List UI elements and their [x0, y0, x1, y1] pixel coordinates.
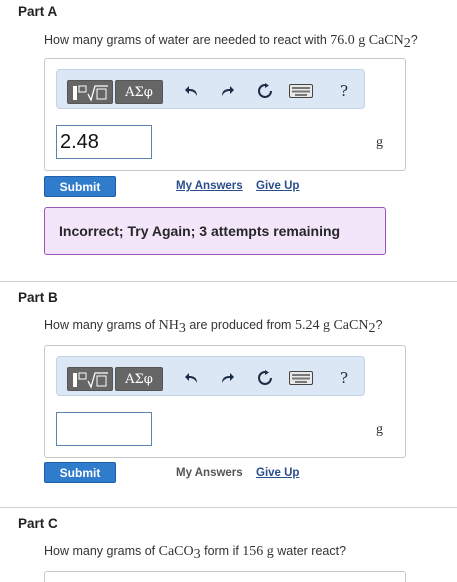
give-up-link[interactable]: Give Up: [256, 467, 299, 479]
question-chemical: CaCO: [158, 544, 194, 559]
question-text-mid: form if: [200, 544, 243, 558]
question-text: How many grams of: [44, 544, 159, 558]
redo-icon[interactable]: [216, 81, 238, 101]
part-c-answer-box: [44, 571, 406, 582]
reset-icon[interactable]: [254, 368, 276, 388]
submit-button[interactable]: Submit: [44, 462, 116, 483]
my-answers-link[interactable]: My Answers: [176, 180, 243, 192]
question-text: How many grams of: [44, 318, 159, 332]
part-a-title: Part A: [18, 4, 58, 19]
undo-icon[interactable]: [181, 81, 203, 101]
templates-button[interactable]: [67, 80, 113, 104]
question-chemical: NH: [158, 318, 179, 333]
part-b-answer-box: ΑΣφ ? g: [44, 345, 406, 458]
question-chemical-subscript: 3: [193, 547, 201, 562]
math-toolbar: ΑΣφ ?: [56, 356, 365, 396]
question-suffix: ?: [410, 33, 418, 47]
question-text-mid: are produced from: [185, 318, 295, 332]
section-divider: [0, 281, 457, 282]
question-quantity: 76.0 g CaCN: [330, 33, 404, 48]
question-text: How many grams of water are needed to re…: [44, 33, 331, 47]
part-a-answer-box: ΑΣφ ? 2.48 g: [44, 58, 406, 171]
question-suffix: ?: [375, 318, 383, 332]
question-quantity: 156 g: [242, 544, 274, 559]
redo-icon[interactable]: [216, 368, 238, 388]
submit-button[interactable]: Submit: [44, 176, 116, 197]
question-subscript: 2: [403, 36, 411, 51]
part-a-question: How many grams of water are needed to re…: [44, 33, 418, 52]
feedback-message: Incorrect; Try Again; 3 attempts remaini…: [44, 207, 386, 255]
section-divider: [0, 507, 457, 508]
help-icon[interactable]: ?: [333, 81, 355, 101]
part-c-title: Part C: [18, 516, 58, 531]
unit-label: g: [376, 135, 383, 150]
question-chemical-subscript: 3: [178, 321, 186, 336]
answer-input[interactable]: [56, 412, 152, 446]
keyboard-icon[interactable]: [288, 368, 314, 388]
question-suffix: water react?: [273, 544, 347, 558]
unit-label: g: [376, 422, 383, 437]
question-quantity: 5.24 g CaCN: [294, 318, 369, 333]
templates-button[interactable]: [67, 367, 113, 391]
my-answers-link[interactable]: My Answers: [176, 467, 243, 479]
greek-symbols-button[interactable]: ΑΣφ: [115, 367, 163, 391]
math-toolbar: ΑΣφ ?: [56, 69, 365, 109]
give-up-link[interactable]: Give Up: [256, 180, 299, 192]
templates-icon: [73, 85, 108, 102]
part-b-question: How many grams of NH3 are produced from …: [44, 318, 382, 337]
help-icon[interactable]: ?: [333, 368, 355, 388]
part-b-title: Part B: [18, 290, 58, 305]
undo-icon[interactable]: [181, 368, 203, 388]
reset-icon[interactable]: [254, 81, 276, 101]
templates-icon: [73, 372, 108, 389]
answer-input[interactable]: 2.48: [56, 125, 152, 159]
greek-symbols-button[interactable]: ΑΣφ: [115, 80, 163, 104]
part-c-question: How many grams of CaCO3 form if 156 g wa…: [44, 544, 346, 563]
keyboard-icon[interactable]: [288, 81, 314, 101]
